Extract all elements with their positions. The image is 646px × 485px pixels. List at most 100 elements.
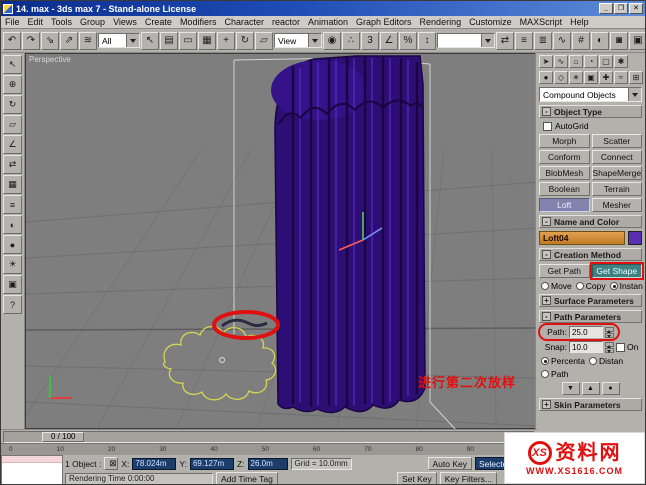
layer-manager-icon[interactable]: ≣ bbox=[534, 31, 552, 50]
schematic-view-icon[interactable]: # bbox=[572, 31, 590, 50]
tab-motion-icon[interactable]: ◔ bbox=[584, 55, 598, 68]
radio-icon[interactable] bbox=[541, 282, 549, 290]
autogrid-checkbox[interactable] bbox=[543, 121, 552, 131]
chevron-down-icon[interactable] bbox=[126, 34, 139, 47]
tab-utilities-icon[interactable]: ✱ bbox=[614, 55, 628, 68]
time-slider-handle[interactable]: 0 / 100 bbox=[42, 431, 85, 442]
cat-lights-icon[interactable]: ☀ bbox=[569, 71, 583, 84]
redo-icon[interactable]: ↷ bbox=[22, 31, 40, 50]
unlink-selection-icon[interactable]: ⇗ bbox=[60, 31, 78, 50]
cat-helpers-icon[interactable]: ✚ bbox=[599, 71, 613, 84]
menu-item[interactable]: Customize bbox=[465, 17, 516, 27]
bind-to-spacewarp-icon[interactable]: ≋ bbox=[79, 31, 97, 50]
radio-icon[interactable] bbox=[609, 282, 618, 290]
next-shape-button[interactable]: ● bbox=[601, 382, 620, 395]
get-path-button[interactable]: Get Path bbox=[539, 264, 590, 278]
object-type-button[interactable]: Conform bbox=[539, 150, 590, 164]
menu-item[interactable]: Tools bbox=[47, 17, 76, 27]
radio-option[interactable]: Copy bbox=[575, 281, 606, 291]
rollout-surface-parameters[interactable]: + Surface Parameters bbox=[539, 294, 642, 307]
maximize-button[interactable]: ❐ bbox=[614, 3, 628, 14]
previous-shape-button[interactable]: ▲ bbox=[581, 382, 600, 395]
menu-item[interactable]: Graph Editors bbox=[352, 17, 416, 27]
percentage-radio[interactable]: Percenta bbox=[541, 356, 585, 366]
left-mirror-icon[interactable]: ⇄ bbox=[3, 155, 22, 174]
key-filters-button[interactable]: Key Filters... bbox=[439, 472, 497, 484]
tab-display-icon[interactable]: ▢ bbox=[599, 55, 613, 68]
radio-icon[interactable] bbox=[541, 370, 549, 378]
select-and-link-icon[interactable]: ⇘ bbox=[41, 31, 59, 50]
angle-snap-icon[interactable]: ∠ bbox=[380, 31, 398, 50]
menu-item[interactable]: Rendering bbox=[416, 17, 466, 27]
maxscript-mini-listener[interactable] bbox=[1, 455, 63, 484]
object-type-button[interactable]: Connect bbox=[591, 150, 642, 164]
path-steps-radio[interactable]: Path bbox=[541, 369, 569, 379]
select-move-icon[interactable]: + bbox=[217, 31, 235, 50]
left-help-icon[interactable]: ? bbox=[3, 295, 22, 314]
distance-radio[interactable]: Distan bbox=[589, 356, 623, 366]
left-snap-icon[interactable]: ∠ bbox=[3, 135, 22, 154]
object-name-input[interactable]: Loft04 bbox=[539, 231, 625, 245]
tab-create-icon[interactable]: ➤ bbox=[539, 55, 553, 68]
path-spinner[interactable] bbox=[605, 326, 614, 338]
menu-item[interactable]: Group bbox=[76, 17, 109, 27]
perspective-viewport[interactable]: Perspective 进行第二次放样 bbox=[25, 53, 538, 430]
tab-hierarchy-icon[interactable]: ⌂ bbox=[569, 55, 583, 68]
rollout-object-type[interactable]: - Object Type bbox=[539, 105, 642, 118]
chevron-down-icon[interactable] bbox=[308, 34, 321, 47]
snap-toggle-icon[interactable]: 3 bbox=[361, 31, 379, 50]
rollout-skin-parameters[interactable]: + Skin Parameters bbox=[539, 398, 642, 411]
cat-geometry-icon[interactable]: ● bbox=[539, 71, 553, 84]
snap-on-checkbox[interactable] bbox=[616, 342, 625, 352]
radio-icon[interactable] bbox=[589, 357, 598, 365]
menu-item[interactable]: Character bbox=[220, 17, 268, 27]
selection-lock-icon[interactable]: ⊠ bbox=[104, 457, 119, 470]
snap-spinner[interactable] bbox=[605, 341, 614, 353]
get-shape-button[interactable]: Get Shape bbox=[591, 264, 642, 278]
viewport-label[interactable]: Perspective bbox=[29, 55, 71, 64]
menu-item[interactable]: MAXScript bbox=[516, 17, 567, 27]
radio-option[interactable]: Instan bbox=[609, 281, 643, 291]
undo-icon[interactable]: ↶ bbox=[3, 31, 21, 50]
cat-shapes-icon[interactable]: ◇ bbox=[554, 71, 568, 84]
material-editor-icon[interactable]: ◐ bbox=[591, 31, 609, 50]
left-scale-icon[interactable]: ▱ bbox=[3, 115, 22, 134]
selection-filter-dropdown[interactable]: All bbox=[98, 33, 140, 48]
select-manipulate-icon[interactable]: ∴ bbox=[342, 31, 360, 50]
time-slider[interactable]: 0 / 100 bbox=[1, 429, 537, 443]
menu-item[interactable]: Edit bbox=[24, 17, 48, 27]
left-move-icon[interactable]: ⊕ bbox=[3, 75, 22, 94]
align-icon[interactable]: ≡ bbox=[515, 31, 533, 50]
pick-shape-button[interactable]: ▼ bbox=[561, 382, 580, 395]
render-scene-icon[interactable]: ◙ bbox=[610, 31, 628, 50]
snap-value-input[interactable]: 10.0 bbox=[569, 341, 603, 353]
object-type-button[interactable]: Mesher bbox=[591, 198, 642, 212]
menu-item[interactable]: reactor bbox=[268, 17, 304, 27]
menu-item[interactable]: Help bbox=[566, 17, 593, 27]
set-key-button[interactable]: Set Key bbox=[396, 472, 437, 484]
object-type-button[interactable]: Morph bbox=[539, 134, 590, 148]
radio-option[interactable]: Move bbox=[541, 281, 572, 291]
time-slider-track[interactable]: 0 / 100 bbox=[3, 430, 535, 443]
cat-spacewarps-icon[interactable]: ≈ bbox=[614, 71, 628, 84]
chevron-down-icon[interactable] bbox=[481, 34, 494, 47]
left-align-icon[interactable]: ≡ bbox=[3, 195, 22, 214]
rollout-path-parameters[interactable]: - Path Parameters bbox=[539, 310, 642, 323]
cat-cameras-icon[interactable]: ▣ bbox=[584, 71, 598, 84]
add-time-tag-button[interactable]: Add Time Tag bbox=[216, 472, 278, 484]
track-bar[interactable]: 0102030405060708090100 bbox=[1, 443, 537, 455]
select-object-icon[interactable]: ↖ bbox=[141, 31, 159, 50]
use-center-icon[interactable]: ◉ bbox=[323, 31, 341, 50]
named-selection-sets-dropdown[interactable] bbox=[437, 33, 495, 48]
object-color-swatch[interactable] bbox=[628, 231, 642, 245]
reference-coordinate-dropdown[interactable]: View bbox=[274, 33, 322, 48]
radio-icon[interactable] bbox=[541, 357, 549, 365]
radio-icon[interactable] bbox=[575, 282, 584, 290]
rectangular-region-icon[interactable]: ▭ bbox=[179, 31, 197, 50]
menu-item[interactable]: Modifiers bbox=[176, 17, 221, 27]
object-type-button[interactable]: Scatter bbox=[591, 134, 642, 148]
menu-item[interactable]: Views bbox=[109, 17, 141, 27]
loft-column-object[interactable] bbox=[271, 55, 426, 414]
left-rotate-icon[interactable]: ↻ bbox=[3, 95, 22, 114]
object-type-button[interactable]: Loft bbox=[539, 198, 590, 212]
